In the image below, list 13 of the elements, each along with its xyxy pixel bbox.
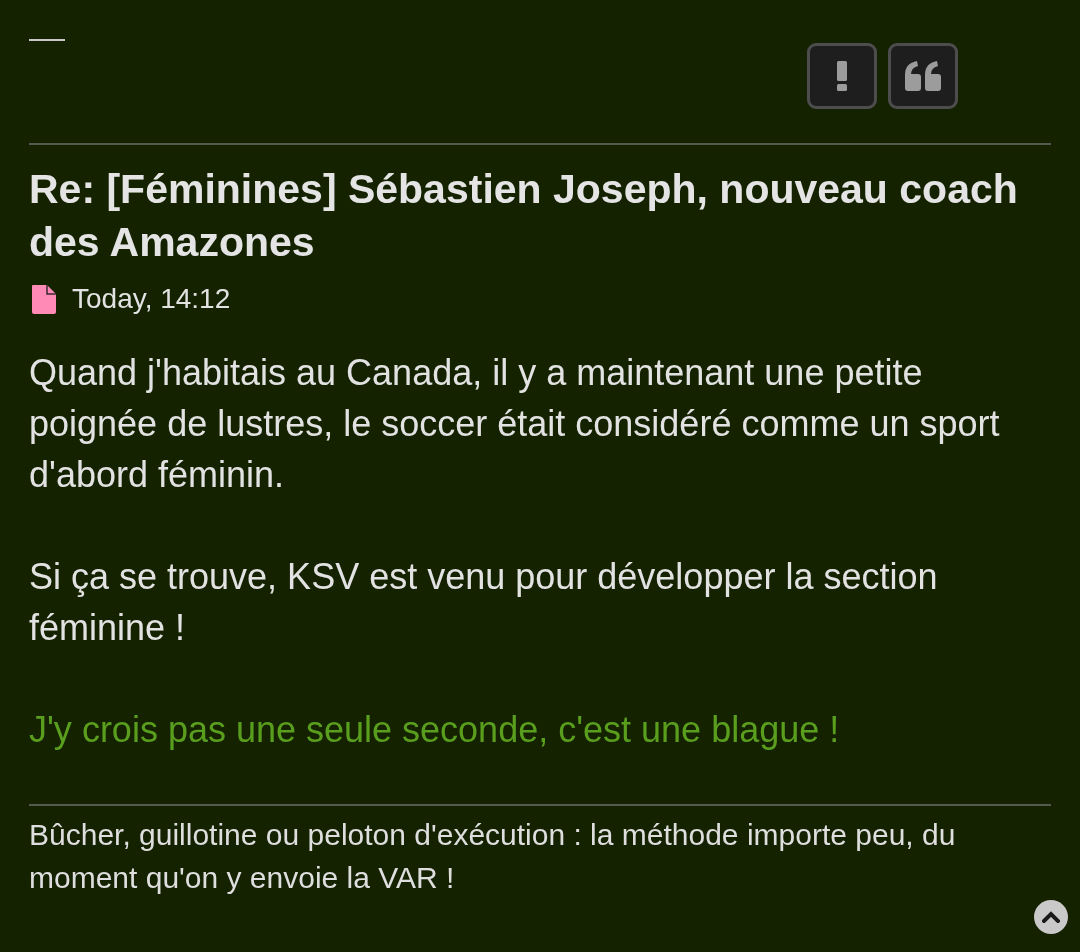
report-button[interactable] (807, 43, 877, 109)
post-title: Re: [Féminines] Sébastien Joseph, nouveau coach des Amazones (29, 165, 1019, 267)
signature-text: Bûcher, guillotine ou peloton d'exécution : la méthode importe peu, du moment qu'on y envoie la VAR ! (29, 817, 957, 896)
post-date: Today, 14:12 (72, 282, 231, 316)
post-paragraph: Quand j'habitais au Canada, il y a maintenant une petite poignée de lustres, le soccer était considéré comme un sport d'abord féminin. (29, 351, 1001, 497)
post-paragraph: Si ça se trouve, KSV est venu pour développer la section féminine ! (29, 555, 939, 650)
exclamation-icon (837, 61, 847, 91)
chevron-up-icon (1042, 911, 1060, 923)
file-icon (32, 284, 56, 314)
scroll-top-button[interactable] (1034, 900, 1068, 934)
quote-icon (905, 61, 941, 91)
quote-button[interactable] (888, 43, 958, 109)
post-paragraph: J'y crois pas une seule seconde, c'est une blague ! (29, 708, 841, 752)
